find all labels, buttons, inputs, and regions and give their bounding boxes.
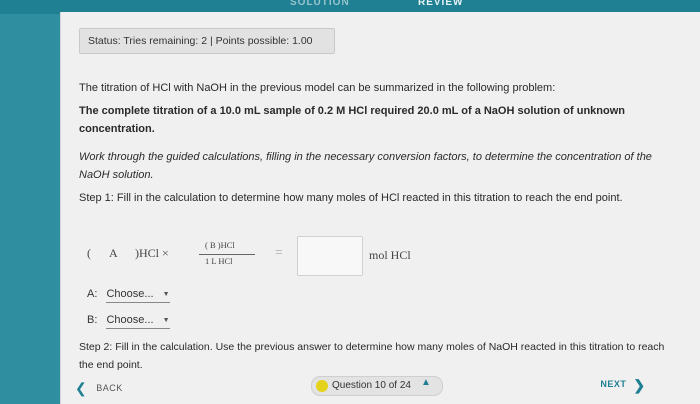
answer-input[interactable]: [297, 236, 363, 276]
choice-b-value: Choose...: [106, 314, 154, 326]
chevron-right-icon: ❯: [633, 376, 646, 393]
choice-a-row: A: Choose... ▼: [87, 288, 170, 303]
next-button[interactable]: NEXT ❯: [595, 374, 651, 394]
step2-text: Step 2: Fill in the calculation. Use the…: [79, 341, 665, 371]
question-card: Status: Tries remaining: 2 | Points poss…: [60, 12, 700, 404]
fraction-numerator: ( B )HCl: [205, 240, 235, 250]
fraction-denominator: 1 L HCl: [205, 256, 233, 266]
tab-solution[interactable]: SOLUTION: [290, 0, 350, 8]
tab-review[interactable]: REVIEW: [418, 0, 463, 8]
next-label: NEXT: [600, 379, 627, 389]
choice-b-label: B:: [87, 314, 98, 326]
paren-open-a: (: [87, 246, 91, 260]
status-badge: Status: Tries remaining: 2 | Points poss…: [79, 28, 335, 54]
chevron-left-icon: ❮: [75, 380, 88, 396]
unit-label: mol HCl: [369, 248, 411, 262]
chevron-down-icon: ▼: [162, 290, 170, 298]
choice-a-label: A:: [87, 288, 98, 300]
step1-text: Step 1: Fill in the calculation to deter…: [79, 192, 623, 204]
back-label: BACK: [96, 382, 123, 393]
equals-sign: =: [275, 244, 283, 259]
problem-intro: The titration of HCl with NaOH in the pr…: [79, 82, 556, 94]
hcl-times: )HCl ×: [135, 246, 169, 260]
progress-dot-icon: [316, 380, 328, 392]
choice-b-select[interactable]: Choose... ▼: [106, 314, 170, 329]
chevron-down-icon: ▼: [162, 316, 170, 324]
chevron-up-icon[interactable]: ▲: [421, 377, 431, 388]
problem-statement: The complete titration of a 10.0 mL samp…: [79, 105, 626, 135]
choice-a-select[interactable]: Choose... ▼: [106, 288, 170, 303]
choice-a-value: Choose...: [106, 288, 154, 300]
question-counter: Question 10 of 24: [332, 380, 411, 391]
fraction-bar: [199, 254, 255, 255]
calculation-equation: ( A )HCl × ( B )HCl 1 L HCl = mol HCl: [87, 236, 587, 276]
back-button[interactable]: ❮ BACK: [75, 380, 123, 397]
choice-b-row: B: Choose... ▼: [87, 314, 170, 329]
problem-instructions: Work through the guided calculations, fi…: [79, 151, 652, 181]
blank-a-label: A: [109, 246, 118, 260]
